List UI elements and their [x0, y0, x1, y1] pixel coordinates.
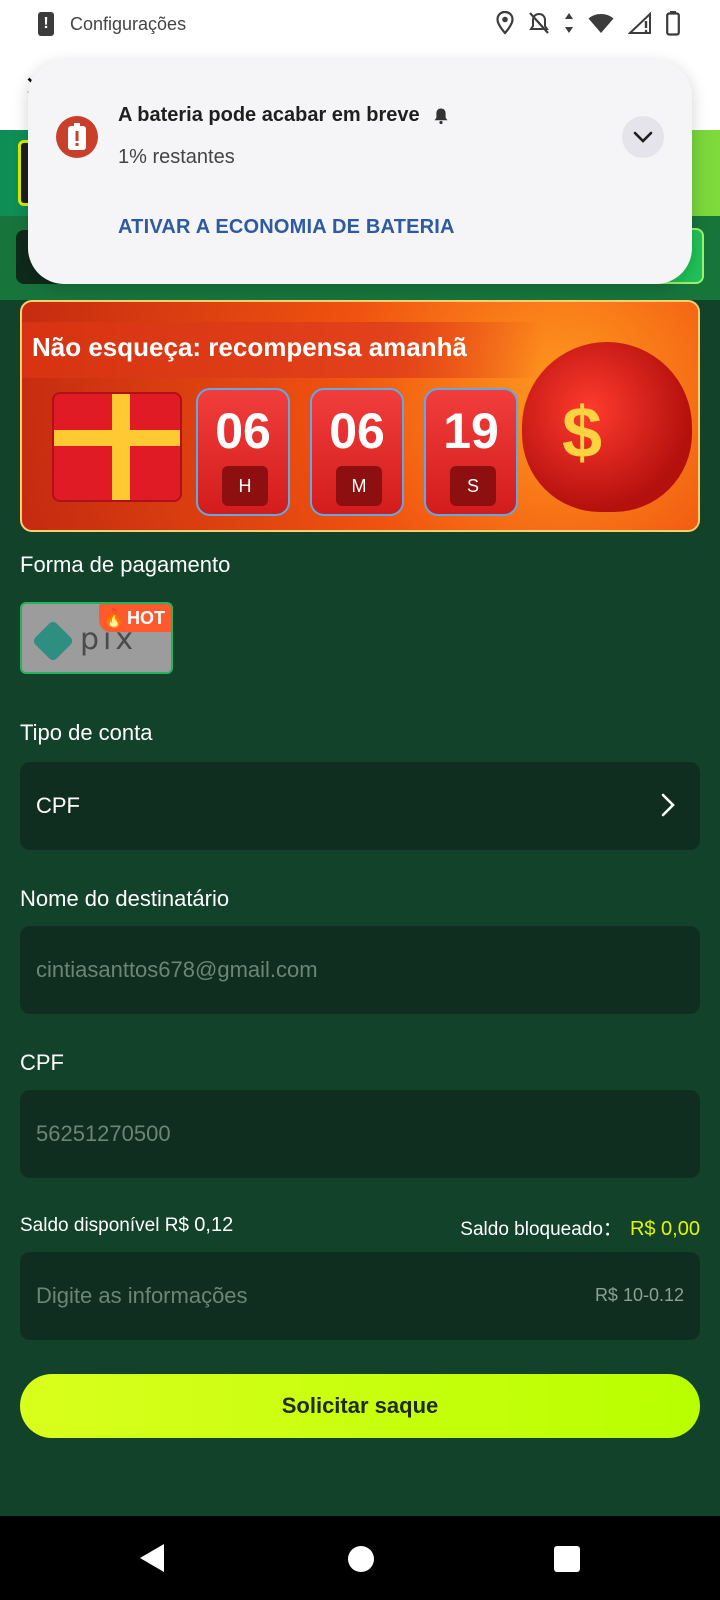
battery-saver-action[interactable]: ATIVAR A ECONOMIA DE BATERIA	[118, 216, 455, 239]
cpf-placeholder: 56251270500	[36, 1121, 171, 1146]
cpf-input[interactable]: 56251270500	[20, 1090, 700, 1178]
alert-icon: !	[38, 12, 54, 36]
money-bag-icon: $	[522, 342, 692, 512]
promo-title: Não esqueça: recompensa amanhã	[32, 332, 467, 362]
timer-minutes: 06 M	[310, 388, 404, 516]
expand-chevron-icon[interactable]	[622, 116, 664, 158]
hot-badge: 🔥 HOT	[98, 604, 171, 632]
timer-minutes-value: 06	[329, 403, 385, 459]
amount-placeholder: Digite as informações	[36, 1283, 248, 1308]
nav-recents-icon[interactable]	[554, 1546, 580, 1572]
timer-minutes-unit: M	[336, 466, 382, 506]
blocked-balance-value: R$ 0,00	[629, 1218, 700, 1240]
account-type-select[interactable]: CPF	[20, 762, 700, 850]
data-arrows-icon	[565, 13, 573, 33]
available-balance-label: Saldo disponível R$	[20, 1215, 189, 1236]
recipient-name-placeholder: cintiasanttos678@gmail.com	[36, 957, 318, 982]
system-nav-bar	[0, 1516, 720, 1600]
request-withdrawal-button[interactable]: Solicitar saque	[20, 1374, 700, 1438]
pix-payment-option[interactable]: pix 🔥 HOT	[20, 602, 173, 674]
blocked-balance-label: Saldo bloqueado：	[460, 1219, 622, 1240]
timer-seconds: 19 S	[424, 388, 518, 516]
timer-hours-unit: H	[222, 466, 268, 506]
available-balance-value: 0,12	[194, 1214, 234, 1236]
bell-alert-icon	[434, 108, 448, 124]
available-balance: Saldo disponível R$ 0,12	[20, 1214, 233, 1237]
nav-back-icon[interactable]	[138, 1542, 166, 1574]
flame-icon: 🔥	[102, 607, 125, 628]
amount-range-hint: R$ 10-0.12	[594, 1285, 684, 1305]
timer-hours-value: 06	[215, 403, 271, 459]
timer-seconds-value: 19	[443, 403, 499, 459]
location-icon	[496, 11, 514, 35]
battery-notification[interactable]: A bateria pode acabar em breve 1% restan…	[28, 60, 692, 284]
signal-icon	[628, 12, 651, 34]
wifi-icon	[588, 14, 614, 33]
status-bar: ! Configurações	[0, 0, 720, 48]
amount-input[interactable]: Digite as informações R$ 10-0.12	[20, 1252, 700, 1340]
nav-home-icon[interactable]	[348, 1546, 374, 1572]
timer-seconds-unit: S	[450, 466, 496, 506]
blocked-balance: Saldo bloqueado： R$ 0,00	[460, 1214, 700, 1241]
pix-logo-icon	[31, 619, 75, 663]
chevron-right-icon	[661, 793, 675, 817]
timer-hours: 06 H	[196, 388, 290, 516]
notification-title: A bateria pode acabar em breve	[118, 104, 450, 127]
recipient-name-input[interactable]: cintiasanttos678@gmail.com	[20, 926, 700, 1014]
gift-box-icon	[52, 392, 182, 502]
cpf-label: CPF	[20, 1050, 64, 1075]
hot-badge-text: HOT	[127, 607, 165, 628]
account-type-label: Tipo de conta	[20, 720, 153, 745]
recipient-name-label: Nome do destinatário	[20, 886, 230, 911]
reward-promo-banner[interactable]: Não esqueça: recompensa amanhã $ 06 H 06…	[20, 300, 700, 532]
battery-icon	[666, 11, 680, 36]
do-not-disturb-bell-icon	[529, 12, 549, 34]
notification-subtitle: 1% restantes	[118, 146, 235, 168]
account-type-value: CPF	[36, 793, 80, 818]
battery-alert-icon	[56, 116, 98, 158]
payment-method-label: Forma de pagamento	[20, 552, 231, 577]
status-app-label: Configurações	[70, 13, 187, 34]
notification-title-text: A bateria pode acabar em breve	[118, 104, 420, 126]
